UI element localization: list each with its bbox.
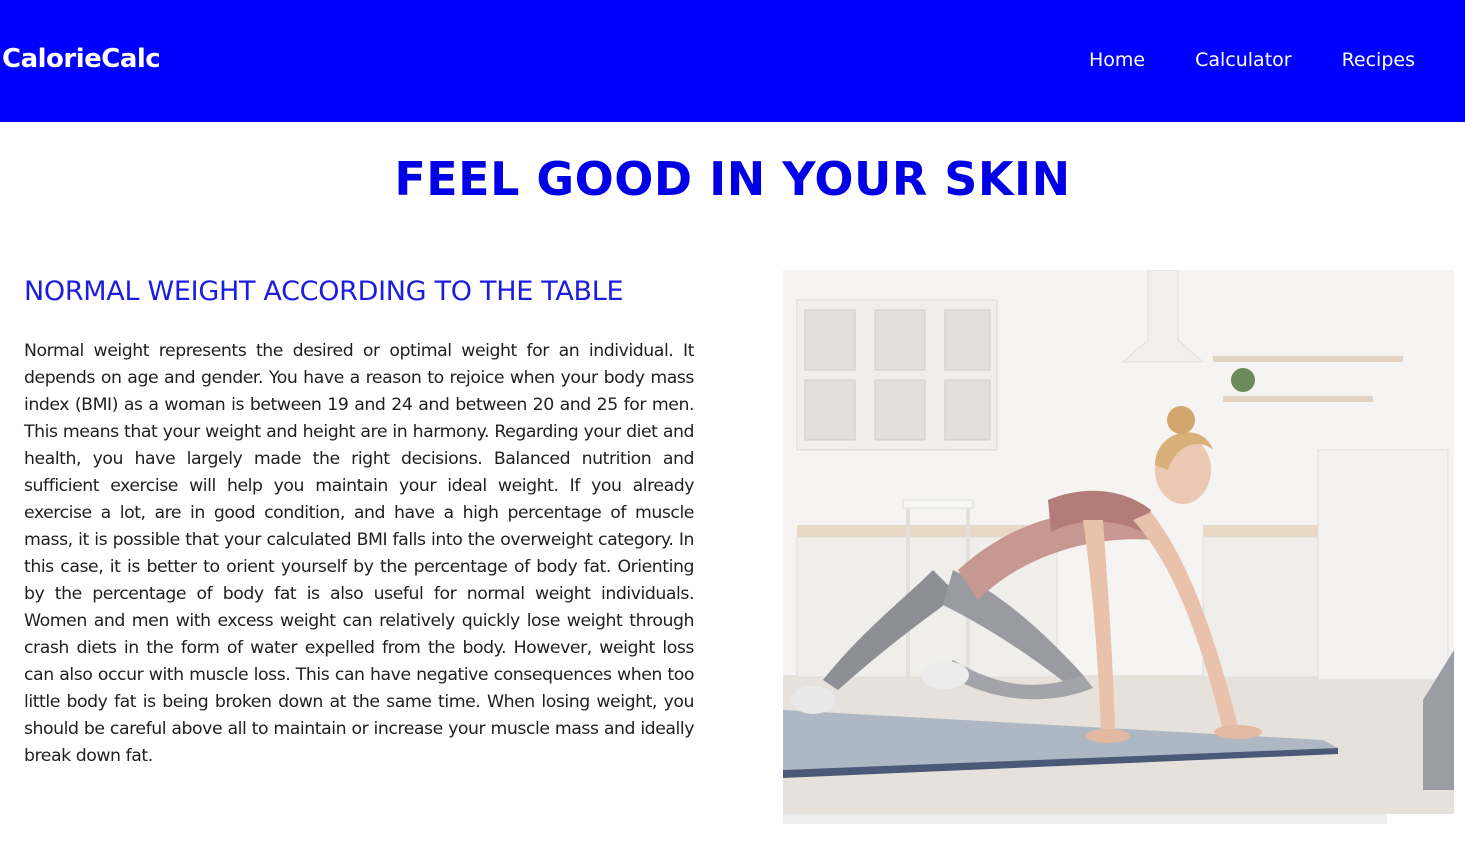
section-body-text: Normal weight represents the desired or …	[24, 341, 694, 766]
exercise-photo	[783, 270, 1454, 814]
nav-link-calculator[interactable]: Calculator	[1195, 49, 1291, 71]
nav-link-home[interactable]: Home	[1089, 49, 1145, 71]
exercise-photo-illustration	[783, 270, 1454, 814]
photo-caption-bar	[783, 814, 1387, 824]
main-nav: Home Calculator Recipes	[1089, 49, 1415, 71]
hero-title: FEEL GOOD IN YOUR SKIN	[394, 152, 1071, 206]
nav-link-recipes[interactable]: Recipes	[1342, 49, 1415, 71]
brand-logo-link[interactable]: CalorieCalc	[2, 44, 161, 74]
section-title: NORMAL WEIGHT ACCORDING TO THE TABLE	[24, 276, 624, 307]
top-navbar: CalorieCalc Home Calculator Recipes	[0, 0, 1465, 122]
